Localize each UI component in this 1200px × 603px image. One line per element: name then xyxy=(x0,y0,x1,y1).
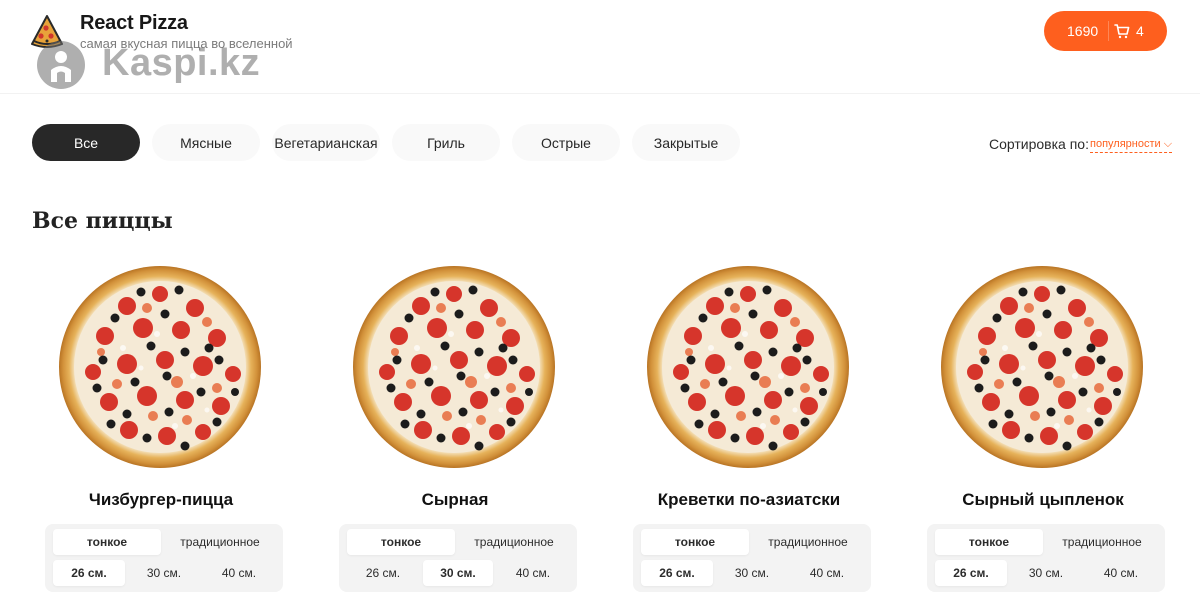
pizza-card: Креветки по-азиатски тонкое традиционное… xyxy=(631,262,871,603)
type-traditional[interactable]: традиционное xyxy=(459,529,569,555)
chevron-down-icon: ⌵ xyxy=(1163,138,1173,150)
pizza-card: Сырная тонкое традиционное 26 см. 30 см.… xyxy=(337,262,577,603)
sort-label: Сортировка по: xyxy=(989,136,1089,152)
size-30[interactable]: 30 см. xyxy=(717,560,787,586)
size-26[interactable]: 26 см. xyxy=(53,560,125,586)
pizza-title: Сырный цыпленок xyxy=(962,490,1124,509)
type-traditional[interactable]: традиционное xyxy=(753,529,863,555)
type-traditional[interactable]: традиционное xyxy=(165,529,275,555)
size-40[interactable]: 40 см. xyxy=(791,560,863,586)
category-meat[interactable]: Мясные xyxy=(152,124,260,161)
size-40[interactable]: 40 см. xyxy=(497,560,569,586)
category-vegetarian[interactable]: Вегетарианская xyxy=(272,124,380,161)
type-thin[interactable]: тонкое xyxy=(641,529,749,555)
type-thin[interactable]: тонкое xyxy=(347,529,455,555)
size-26[interactable]: 26 см. xyxy=(347,560,419,586)
type-thin[interactable]: тонкое xyxy=(53,529,161,555)
pizza-image[interactable] xyxy=(645,264,851,470)
header: React Pizza самая вкусная пицца во вселе… xyxy=(0,0,1200,94)
cart-divider xyxy=(1108,21,1109,41)
size-30[interactable]: 30 см. xyxy=(129,560,199,586)
pizza-card: Чизбургер-пицца тонкое традиционное 26 с… xyxy=(43,262,283,603)
pizza-image[interactable] xyxy=(939,264,1145,470)
type-traditional[interactable]: традиционное xyxy=(1047,529,1157,555)
pizza-options: тонкое традиционное 26 см. 30 см. 40 см. xyxy=(633,524,871,592)
cart-count: 4 xyxy=(1136,23,1144,39)
sort-value: популярности xyxy=(1090,138,1161,150)
sort-dropdown[interactable]: популярности ⌵ xyxy=(1090,138,1173,153)
category-spicy[interactable]: Острые xyxy=(512,124,620,161)
pizza-options: тонкое традиционное 26 см. 30 см. 40 см. xyxy=(927,524,1165,592)
size-30[interactable]: 30 см. xyxy=(1011,560,1081,586)
pizza-title: Чизбургер-пицца xyxy=(88,490,234,509)
cart-icon xyxy=(1114,24,1130,39)
pizza-options: тонкое традиционное 26 см. 30 см. 40 см. xyxy=(339,524,577,592)
pizza-card: Сырный цыпленок тонкое традиционное 26 с… xyxy=(925,262,1165,603)
size-40[interactable]: 40 см. xyxy=(203,560,275,586)
pizza-title: Сырная xyxy=(421,490,489,509)
kaspi-logo-icon xyxy=(37,41,85,89)
pizza-image[interactable] xyxy=(57,264,263,470)
category-grill[interactable]: Гриль xyxy=(392,124,500,161)
kaspi-watermark: Kaspi.kz xyxy=(36,40,276,92)
size-26[interactable]: 26 см. xyxy=(641,560,713,586)
cart-price: 1690 xyxy=(1067,23,1099,39)
category-closed[interactable]: Закрытые xyxy=(632,124,740,161)
cart-button[interactable]: 1690 4 xyxy=(1044,11,1167,51)
brand-title[interactable]: React Pizza xyxy=(80,12,188,35)
pizza-title: Креветки по-азиатски xyxy=(657,490,841,509)
size-26[interactable]: 26 см. xyxy=(935,560,1007,586)
size-40[interactable]: 40 см. xyxy=(1085,560,1157,586)
pizza-options: тонкое традиционное 26 см. 30 см. 40 см. xyxy=(45,524,283,592)
section-title: Все пиццы xyxy=(32,208,173,234)
type-thin[interactable]: тонкое xyxy=(935,529,1043,555)
category-all[interactable]: Все xyxy=(32,124,140,161)
watermark-text: Kaspi.kz xyxy=(102,42,261,84)
size-30[interactable]: 30 см. xyxy=(423,560,493,586)
pizza-image[interactable] xyxy=(351,264,557,470)
